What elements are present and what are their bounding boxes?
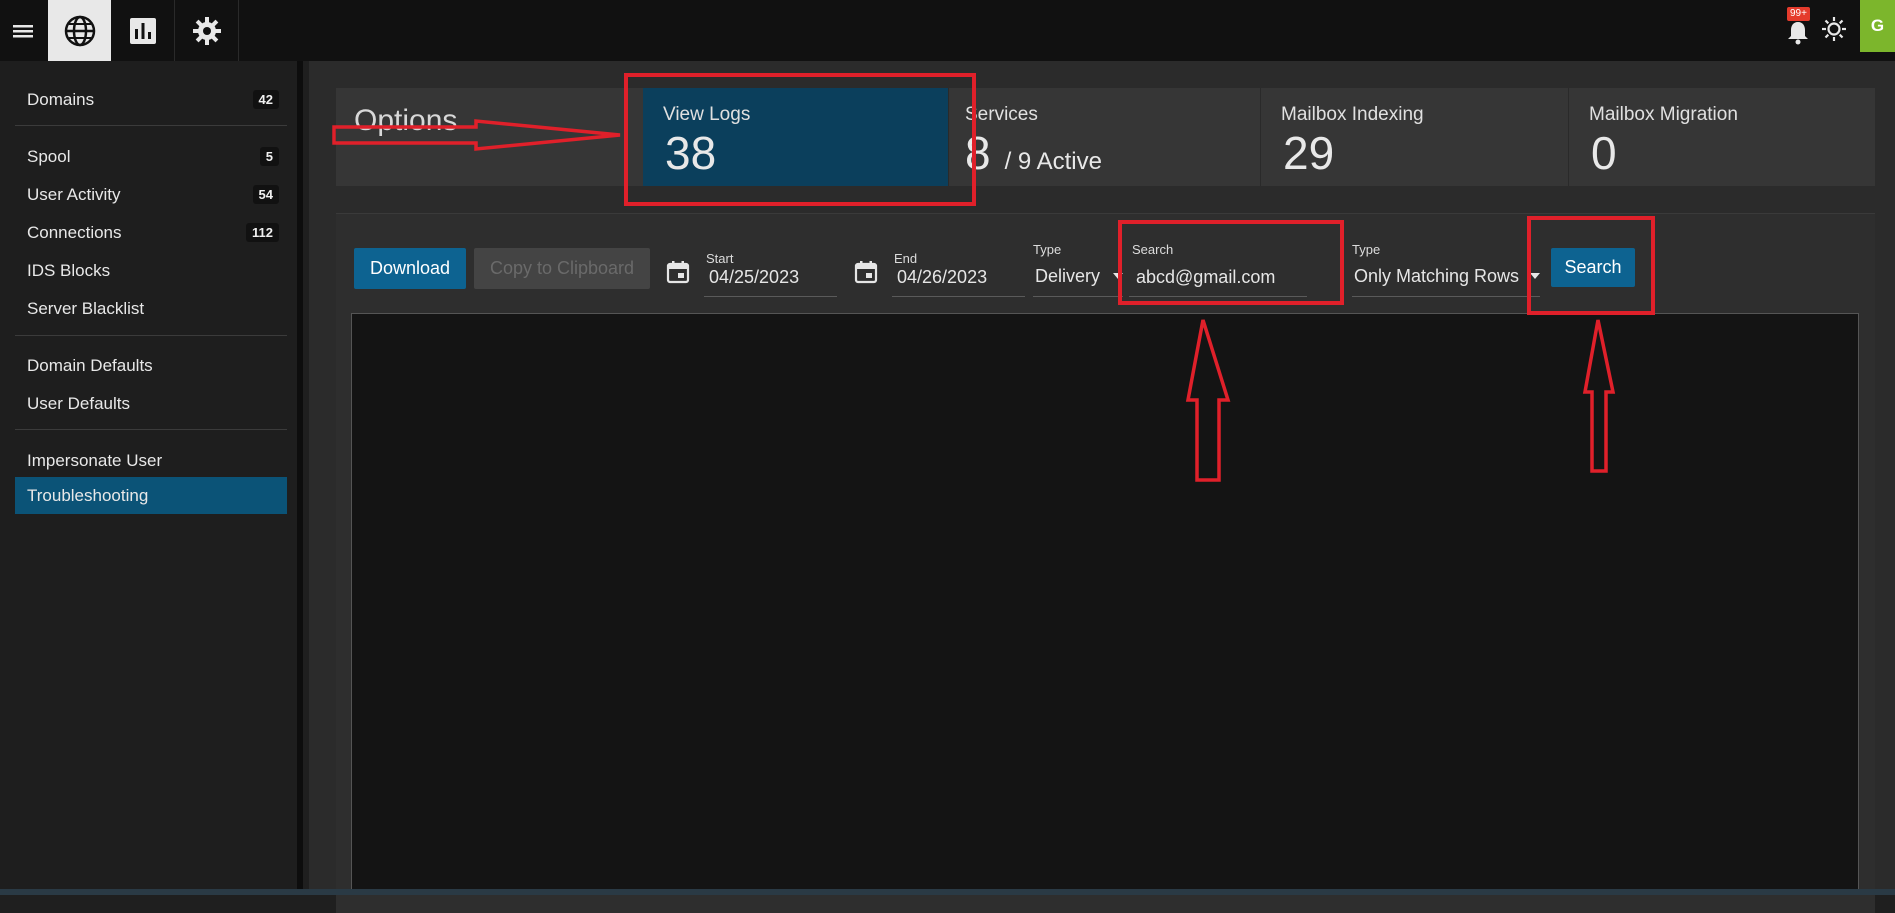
chevron-down-icon[interactable] — [1113, 273, 1123, 279]
type2-underline — [1352, 296, 1540, 297]
end-underline — [892, 296, 1025, 297]
calendar-icon[interactable] — [665, 259, 691, 285]
sidebar-item-label: Domains — [27, 89, 95, 109]
tile-value: 0 — [1591, 127, 1617, 179]
count-badge: 5 — [259, 147, 279, 166]
sidebar-item-user-activity[interactable]: User Activity 54 — [15, 176, 287, 213]
search-input[interactable]: abcd@gmail.com — [1136, 267, 1275, 288]
calendar-icon[interactable] — [853, 259, 879, 285]
sidebar-item-connections[interactable]: Connections 112 — [15, 214, 287, 251]
copy-to-clipboard-button[interactable]: Copy to Clipboard — [474, 248, 650, 289]
sidebar-item-domains[interactable]: Domains 42 — [15, 81, 287, 118]
avatar[interactable]: G — [1860, 0, 1895, 52]
tile-mailbox-indexing[interactable]: Mailbox Indexing 29 — [1261, 88, 1569, 186]
tile-title: Mailbox Migration — [1589, 104, 1738, 125]
type-select[interactable]: Delivery — [1035, 266, 1100, 287]
sidebar-item-label: Spool — [27, 146, 71, 166]
sidebar-item-label: Domain Defaults — [27, 355, 153, 375]
sidebar-item-label: Server Blacklist — [27, 298, 145, 318]
sidebar-item-impersonate-user[interactable]: Impersonate User — [15, 442, 287, 479]
globe-icon[interactable] — [48, 0, 111, 61]
top-bar: 99+ G — [0, 0, 1895, 61]
services-count: 8 — [965, 127, 991, 179]
sidebar-item-label: User Defaults — [27, 393, 130, 413]
divider — [15, 335, 287, 336]
sidebar-item-ids-blocks[interactable]: IDS Blocks — [15, 252, 287, 289]
start-label: Start — [706, 251, 734, 266]
sidebar-item-server-blacklist[interactable]: Server Blacklist — [15, 290, 287, 327]
sidebar: Domains 42 Spool 5 User Activity 54 Conn… — [0, 61, 303, 895]
divider — [15, 125, 287, 126]
chevron-down-icon[interactable] — [1530, 273, 1540, 279]
sidebar-item-label: User Activity — [27, 184, 121, 204]
services-active: / 9 Active — [1004, 148, 1102, 175]
bottom-strip — [0, 889, 1895, 895]
sidebar-item-troubleshooting[interactable]: Troubleshooting — [15, 477, 287, 514]
match-type-select[interactable]: Only Matching Rows — [1354, 266, 1519, 287]
start-date-input[interactable]: 04/25/2023 — [709, 267, 799, 288]
tile-value: 8 / 9 Active — [965, 126, 1102, 180]
end-label: End — [894, 251, 918, 266]
tile-mailbox-migration[interactable]: Mailbox Migration 0 — [1569, 88, 1875, 186]
tile-value: 38 — [665, 127, 717, 179]
sun-icon[interactable] — [1820, 15, 1848, 43]
download-button[interactable]: Download — [354, 248, 466, 289]
tile-value: 29 — [1283, 127, 1335, 179]
sidebar-item-label: Connections — [27, 222, 122, 242]
divider — [15, 429, 287, 430]
tile-title: Mailbox Indexing — [1281, 104, 1424, 125]
notification-badge: 99+ — [1787, 7, 1810, 21]
count-badge: 54 — [252, 185, 279, 204]
menu-icon[interactable] — [0, 0, 46, 61]
sidebar-item-spool[interactable]: Spool 5 — [15, 138, 287, 175]
sidebar-item-label: Impersonate User — [27, 450, 163, 470]
search-button[interactable]: Search — [1551, 248, 1635, 287]
sidebar-item-domain-defaults[interactable]: Domain Defaults — [15, 347, 287, 384]
chart-icon[interactable] — [112, 0, 175, 61]
search-underline — [1129, 296, 1307, 297]
end-date-input[interactable]: 04/26/2023 — [897, 267, 987, 288]
tile-title: Services — [965, 104, 1038, 125]
log-output — [351, 313, 1859, 895]
type-label: Type — [1033, 242, 1062, 257]
sidebar-item-user-defaults[interactable]: User Defaults — [15, 385, 287, 422]
sidebar-item-label: Troubleshooting — [27, 485, 149, 505]
tile-services[interactable]: Services 8 / 9 Active — [953, 88, 1261, 186]
count-badge: 112 — [246, 223, 279, 242]
type-underline — [1033, 296, 1123, 297]
tile-title: View Logs — [663, 104, 751, 125]
tile-view-logs[interactable]: View Logs 38 — [643, 88, 949, 186]
options-label: Options — [354, 104, 458, 137]
type2-label: Type — [1352, 242, 1381, 257]
gear-icon[interactable] — [176, 0, 239, 61]
start-underline — [704, 296, 837, 297]
main-content: Options View Logs 38 Services 8 / 9 Activ… — [309, 61, 1895, 913]
sidebar-item-label: IDS Blocks — [27, 260, 111, 280]
search-label: Search — [1132, 242, 1174, 257]
count-badge: 42 — [252, 90, 279, 109]
